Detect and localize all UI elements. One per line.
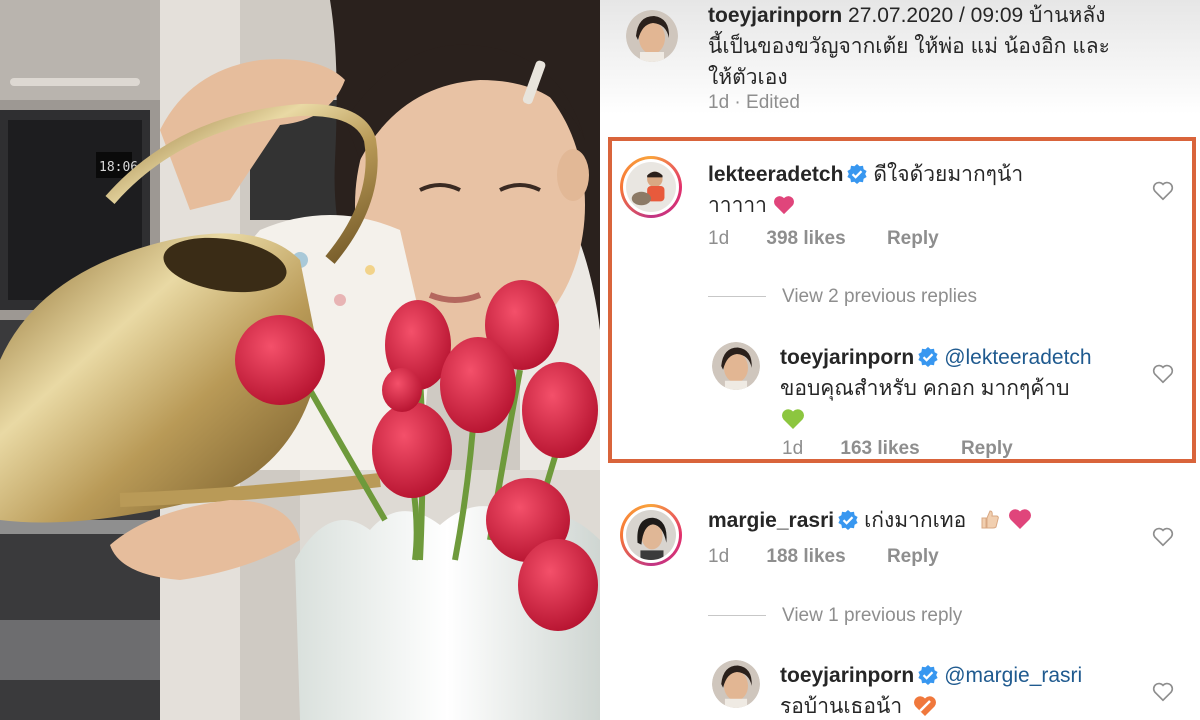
comment: lekteeradetch ดีใจด้วยมากๆน้า าาาาา (708, 159, 1138, 221)
reply-comment: toeyjarinporn @lekteeradetch ขอบคุณสำหรับ… (780, 342, 1140, 435)
mending-heart-emoji-icon (914, 696, 936, 716)
avatar[interactable] (626, 10, 678, 62)
like-heart-icon[interactable] (1152, 363, 1174, 385)
username[interactable]: toeyjarinporn (780, 346, 914, 369)
view-replies-label: View 2 previous replies (782, 286, 978, 307)
view-replies-button[interactable]: View 1 previous reply (708, 605, 962, 627)
comment-meta: 1d · Edited (708, 92, 832, 114)
comment: margie_rasri เก่งมากเทอ (708, 505, 1148, 536)
avatar-story-ring[interactable] (620, 504, 682, 566)
username[interactable]: toeyjarinporn (708, 4, 842, 27)
reply-button[interactable]: Reply (961, 438, 1013, 459)
comment-time: 1d (782, 438, 804, 459)
mention-link[interactable]: @margie_rasri (944, 664, 1082, 687)
username[interactable]: lekteeradetch (708, 163, 843, 186)
comment-text-line: รอบ้านเธอน้า (780, 695, 903, 718)
comment-text: 27.07.2020 / 09:09 บ้านหลัง (848, 4, 1106, 27)
avatar-image (626, 510, 676, 560)
verified-badge-icon (847, 164, 868, 184)
comments-panel: toeyjarinporn 27.07.2020 / 09:09 บ้านหลั… (600, 0, 1200, 720)
view-replies-button[interactable]: View 2 previous replies (708, 286, 977, 308)
verified-badge-icon (838, 510, 858, 530)
comment-text: ดีใจด้วยมากๆน้า (873, 163, 1024, 186)
avatar[interactable] (712, 342, 760, 390)
username[interactable]: margie_rasri (708, 509, 834, 532)
like-heart-icon[interactable] (1152, 526, 1174, 548)
like-count[interactable]: 163 likes (840, 438, 919, 459)
divider-line (708, 296, 766, 298)
avatar[interactable] (712, 660, 760, 708)
mention-link[interactable]: @lekteeradetch (944, 346, 1091, 369)
avatar-image (712, 342, 760, 390)
comment-text-line: นี้เป็นของขวัญจากเต้ย ให้พ่อ แม่ น้องอิก… (708, 35, 1110, 58)
green-heart-emoji-icon (782, 409, 804, 429)
comment-meta: 1d 163 likes Reply (782, 438, 1013, 460)
caption-comment: toeyjarinporn 27.07.2020 / 09:09 บ้านหลั… (708, 0, 1178, 93)
photo-panel: 18:06 (0, 0, 600, 720)
like-count[interactable]: 188 likes (766, 546, 845, 567)
comment-text-line: าาาาา (708, 194, 767, 217)
avatar-story-ring[interactable] (620, 156, 682, 218)
reply-button[interactable]: Reply (887, 546, 939, 567)
comment-meta: 1d 398 likes Reply (708, 228, 939, 250)
avatar-image (712, 660, 760, 708)
divider-line (708, 615, 766, 617)
avatar-image (626, 10, 678, 62)
comment-text-line: ขอบคุณสำหรับ คกอก มากๆค้าบ (780, 377, 1070, 400)
verified-badge-icon (918, 347, 938, 367)
reply-button[interactable]: Reply (887, 228, 939, 249)
like-count[interactable]: 398 likes (766, 228, 845, 249)
comment-time: 1d · Edited (708, 92, 800, 113)
pink-heart-emoji-icon (1008, 509, 1031, 529)
comment-time: 1d (708, 546, 730, 567)
comment-meta: 1d 188 likes Reply (708, 546, 939, 568)
comment-text-line: ให้ตัวเอง (708, 66, 788, 89)
username[interactable]: toeyjarinporn (780, 664, 914, 687)
thumbs-up-emoji-icon (981, 510, 999, 529)
view-replies-label: View 1 previous reply (782, 605, 963, 626)
like-heart-icon[interactable] (1152, 681, 1174, 703)
reply-comment: toeyjarinporn @margie_rasri รอบ้านเธอน้า (780, 660, 1140, 720)
comment-text: เก่งมากเทอ (864, 509, 967, 532)
pink-heart-emoji-icon (773, 196, 794, 215)
like-heart-icon[interactable] (1152, 180, 1174, 202)
comment-time: 1d (708, 228, 730, 249)
avatar-image (626, 162, 676, 212)
tulip-watering-photo: 18:06 (0, 0, 600, 720)
verified-badge-icon (918, 665, 938, 685)
